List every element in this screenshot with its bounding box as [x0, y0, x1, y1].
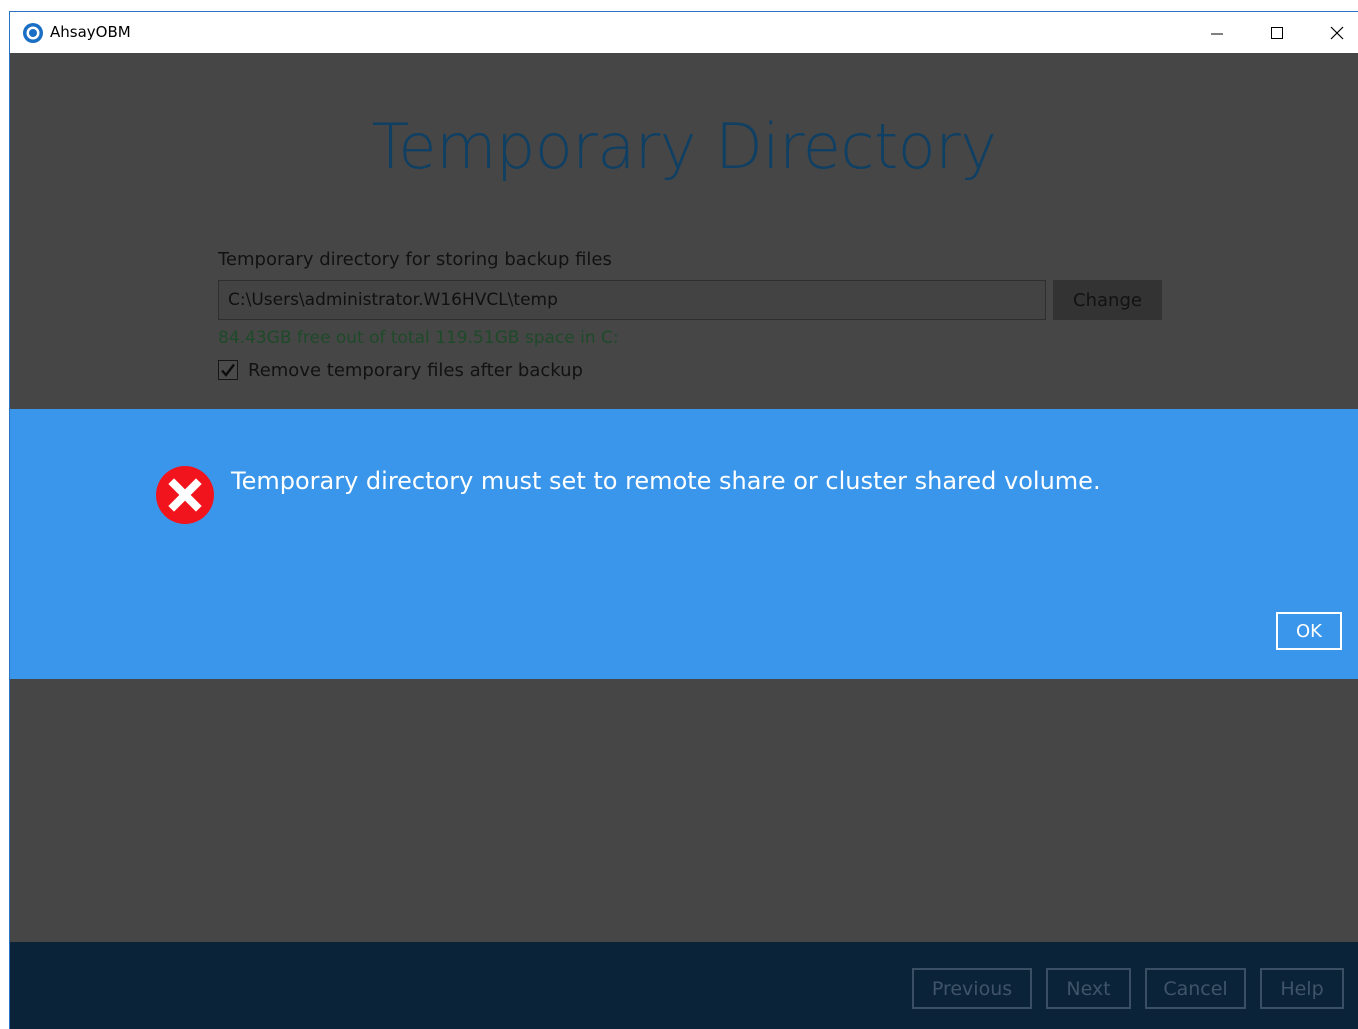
minimize-icon — [1211, 33, 1223, 34]
title-bar[interactable]: AhsayOBM — [10, 12, 1358, 53]
error-x-icon — [156, 466, 214, 524]
help-button[interactable]: Help — [1260, 968, 1344, 1009]
ahsay-logo-icon — [23, 23, 43, 43]
disk-space-info: 84.43GB free out of total 119.51GB space… — [218, 328, 619, 348]
remove-temp-files-label: Remove temporary files after backup — [248, 359, 583, 381]
next-button[interactable]: Next — [1046, 968, 1131, 1009]
page-title: Temporary Directory — [371, 110, 997, 183]
close-icon — [1330, 26, 1344, 39]
maximize-icon — [1271, 26, 1283, 39]
window-title: AhsayOBM — [50, 23, 131, 41]
previous-button[interactable]: Previous — [912, 968, 1032, 1009]
close-button[interactable] — [1307, 12, 1358, 53]
maximize-button[interactable] — [1247, 12, 1307, 53]
ok-button[interactable]: OK — [1276, 612, 1342, 650]
change-button[interactable]: Change — [1053, 280, 1162, 320]
minimize-button[interactable] — [1187, 12, 1247, 53]
remove-temp-files-option[interactable]: Remove temporary files after backup — [218, 357, 583, 383]
checkmark-icon — [221, 363, 235, 377]
remove-temp-files-checkbox[interactable] — [218, 360, 238, 380]
wizard-footer: Previous Next Cancel Help — [10, 942, 1358, 1029]
error-dialog: Temporary directory must set to remote s… — [10, 409, 1358, 679]
main-content: Temporary Directory Temporary directory … — [10, 53, 1358, 942]
temp-directory-label: Temporary directory for storing backup f… — [218, 249, 612, 270]
app-window: AhsayOBM Temporary Directory Temporary d… — [9, 11, 1358, 1029]
error-message: Temporary directory must set to remote s… — [231, 467, 1101, 495]
cancel-button[interactable]: Cancel — [1145, 968, 1246, 1009]
temp-directory-input[interactable] — [218, 280, 1046, 320]
